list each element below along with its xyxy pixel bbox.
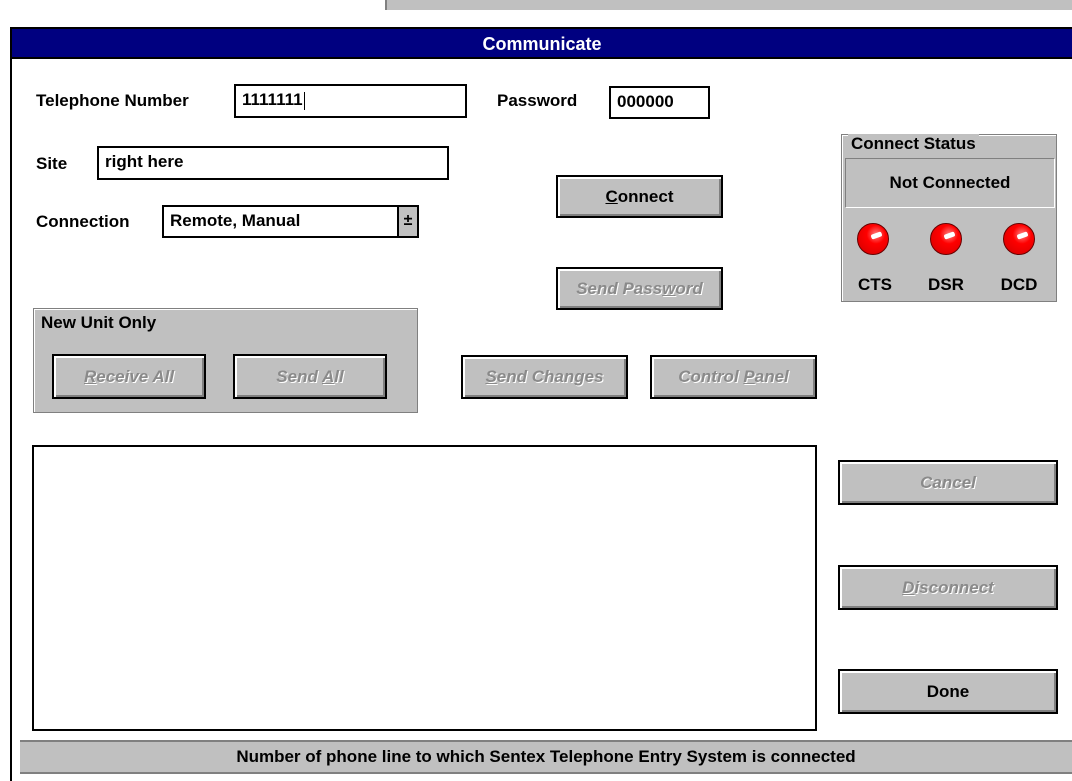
status-bar: Number of phone line to which Sentex Tel… (20, 740, 1072, 774)
send-changes-button[interactable]: Send Changes (461, 355, 628, 399)
new-unit-only-title: New Unit Only (38, 313, 160, 333)
telephone-number-label: Telephone Number (36, 91, 189, 110)
connection-select[interactable]: Remote, Manual ± (162, 205, 419, 238)
telephone-number-input[interactable]: 1111111 (234, 84, 467, 118)
dsr-indicator-led-icon (930, 223, 962, 255)
dcd-indicator-led-icon (1003, 223, 1035, 255)
site-input[interactable]: right here (97, 146, 449, 180)
dropdown-arrow-icon[interactable]: ± (397, 207, 417, 236)
control-panel-button[interactable]: Control Panel (650, 355, 817, 399)
connection-selected-value: Remote, Manual (170, 211, 301, 230)
text-caret (303, 91, 305, 110)
send-all-button[interactable]: Send All (233, 354, 387, 399)
cts-indicator-led-icon (857, 223, 889, 255)
connect-status-title: Connect Status (848, 134, 979, 154)
cancel-button[interactable]: Cancel (838, 460, 1058, 505)
connection-label: Connection (36, 212, 130, 231)
communication-log-area[interactable] (32, 445, 817, 731)
dcd-label: DCD (1000, 275, 1038, 294)
connect-button[interactable]: Connect (556, 175, 723, 218)
password-input[interactable]: 000000 (609, 86, 710, 119)
done-button[interactable]: Done (838, 669, 1058, 714)
send-password-button[interactable]: Send Password (556, 267, 723, 310)
telephone-number-value: 1111111 (242, 90, 303, 109)
receive-all-button[interactable]: Receive All (52, 354, 206, 399)
window-title: Communicate (12, 29, 1072, 59)
connection-state-display: Not Connected (845, 158, 1055, 208)
background-strip (0, 0, 1072, 10)
cts-label: CTS (858, 275, 892, 294)
disconnect-button[interactable]: Disconnect (838, 565, 1058, 610)
site-label: Site (36, 154, 68, 173)
password-label: Password (497, 91, 578, 110)
dsr-label: DSR (928, 275, 964, 294)
